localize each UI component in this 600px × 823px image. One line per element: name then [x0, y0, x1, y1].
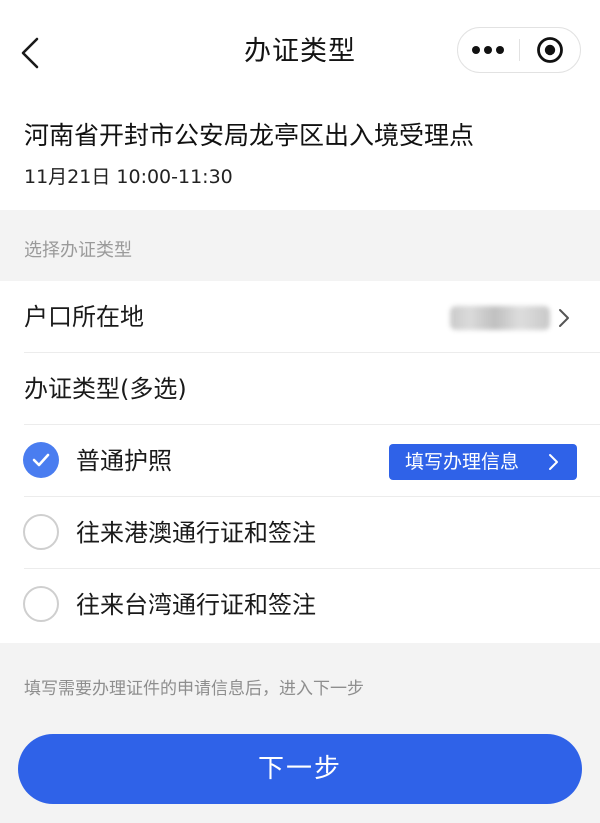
option-label-passport: 普通护照: [76, 447, 172, 475]
fill-info-label: 填写办理信息: [405, 451, 520, 473]
option-row-taiwan[interactable]: 往来台湾通行证和签注: [0, 569, 600, 641]
checkmark-icon: [32, 453, 50, 467]
checkbox-taiwan[interactable]: [23, 586, 59, 622]
section-label: 选择办证类型: [24, 240, 132, 261]
residence-value-blurred: [450, 306, 550, 330]
chevron-right-icon: [549, 454, 558, 470]
appointment-time: 11月21日 10:00-11:30: [24, 166, 233, 188]
chevron-right-icon: [559, 309, 569, 327]
fill-info-button[interactable]: 填写办理信息: [389, 444, 577, 480]
close-mini-program-button[interactable]: [519, 28, 580, 72]
site-info: 河南省开封市公安局龙亭区出入境受理点 11月21日 10:00-11:30: [0, 100, 600, 210]
site-name: 河南省开封市公安局龙亭区出入境受理点: [24, 121, 475, 150]
option-label-hk-macau: 往来港澳通行证和签注: [76, 519, 316, 547]
residence-label: 户口所在地: [24, 303, 144, 331]
checkbox-hk-macau[interactable]: [23, 514, 59, 550]
hint-text: 填写需要办理证件的申请信息后，进入下一步: [24, 679, 364, 699]
more-dots-icon: [472, 46, 505, 54]
option-label-taiwan: 往来台湾通行证和签注: [76, 591, 316, 619]
types-header-row: 办证类型(多选): [0, 353, 600, 425]
page: 办证类型 河南省开封市公安局龙亭区出入境受理点 11月21日 10:00-11:…: [0, 0, 600, 823]
option-row-hk-macau[interactable]: 往来港澳通行证和签注: [0, 497, 600, 569]
residence-row[interactable]: 户口所在地: [0, 281, 600, 353]
target-close-icon: [536, 37, 563, 63]
more-button[interactable]: [458, 28, 519, 72]
checkbox-passport[interactable]: [23, 442, 59, 478]
next-step-button[interactable]: 下一步: [18, 734, 582, 804]
mini-program-capsule: [457, 27, 581, 73]
types-label: 办证类型(多选): [24, 375, 187, 403]
nav-bar: 办证类型: [0, 0, 600, 100]
